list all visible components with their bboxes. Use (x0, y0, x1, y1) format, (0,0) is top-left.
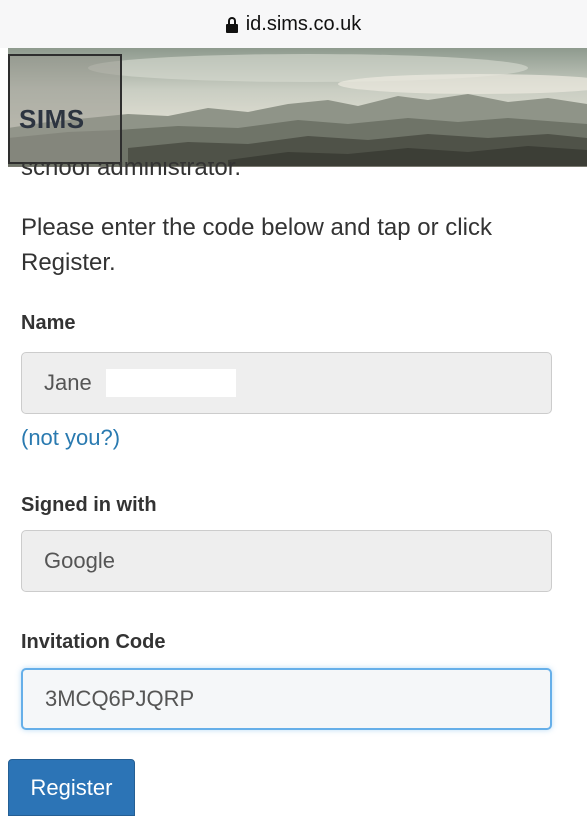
logo-text: SIMS (19, 104, 85, 134)
signed-in-with-field: Google (21, 530, 552, 592)
register-button[interactable]: Register (8, 759, 135, 816)
sims-logo[interactable]: SIMS (8, 54, 122, 164)
invitation-code-label: Invitation Code (21, 631, 166, 653)
invitation-code-value: 3MCQ6PJQRP (45, 686, 195, 711)
not-you-link[interactable]: (not you?) (21, 425, 120, 451)
redacted-surname (105, 369, 236, 397)
instruction-text: Please enter the code below and tap or c… (21, 214, 492, 276)
name-field: Jane (21, 352, 552, 414)
browser-address-bar[interactable]: id.sims.co.uk (0, 0, 587, 48)
sims-registration-page: id.sims.co.uk SIMS school administrator.… (0, 0, 587, 816)
url-text: id.sims.co.uk (245, 12, 362, 35)
clipped-intro-text: school administrator. (21, 162, 241, 184)
signed-in-with-label: Signed in with (21, 494, 157, 516)
invitation-code-input[interactable]: 3MCQ6PJQRP (21, 668, 552, 730)
clipped-intro-text-value: school administrator. (21, 162, 242, 181)
header-banner: SIMS (8, 48, 587, 167)
signed-in-with-value: Google (44, 548, 115, 573)
name-value: Jane (44, 370, 92, 395)
name-label: Name (21, 312, 76, 334)
lock-icon (225, 17, 238, 33)
